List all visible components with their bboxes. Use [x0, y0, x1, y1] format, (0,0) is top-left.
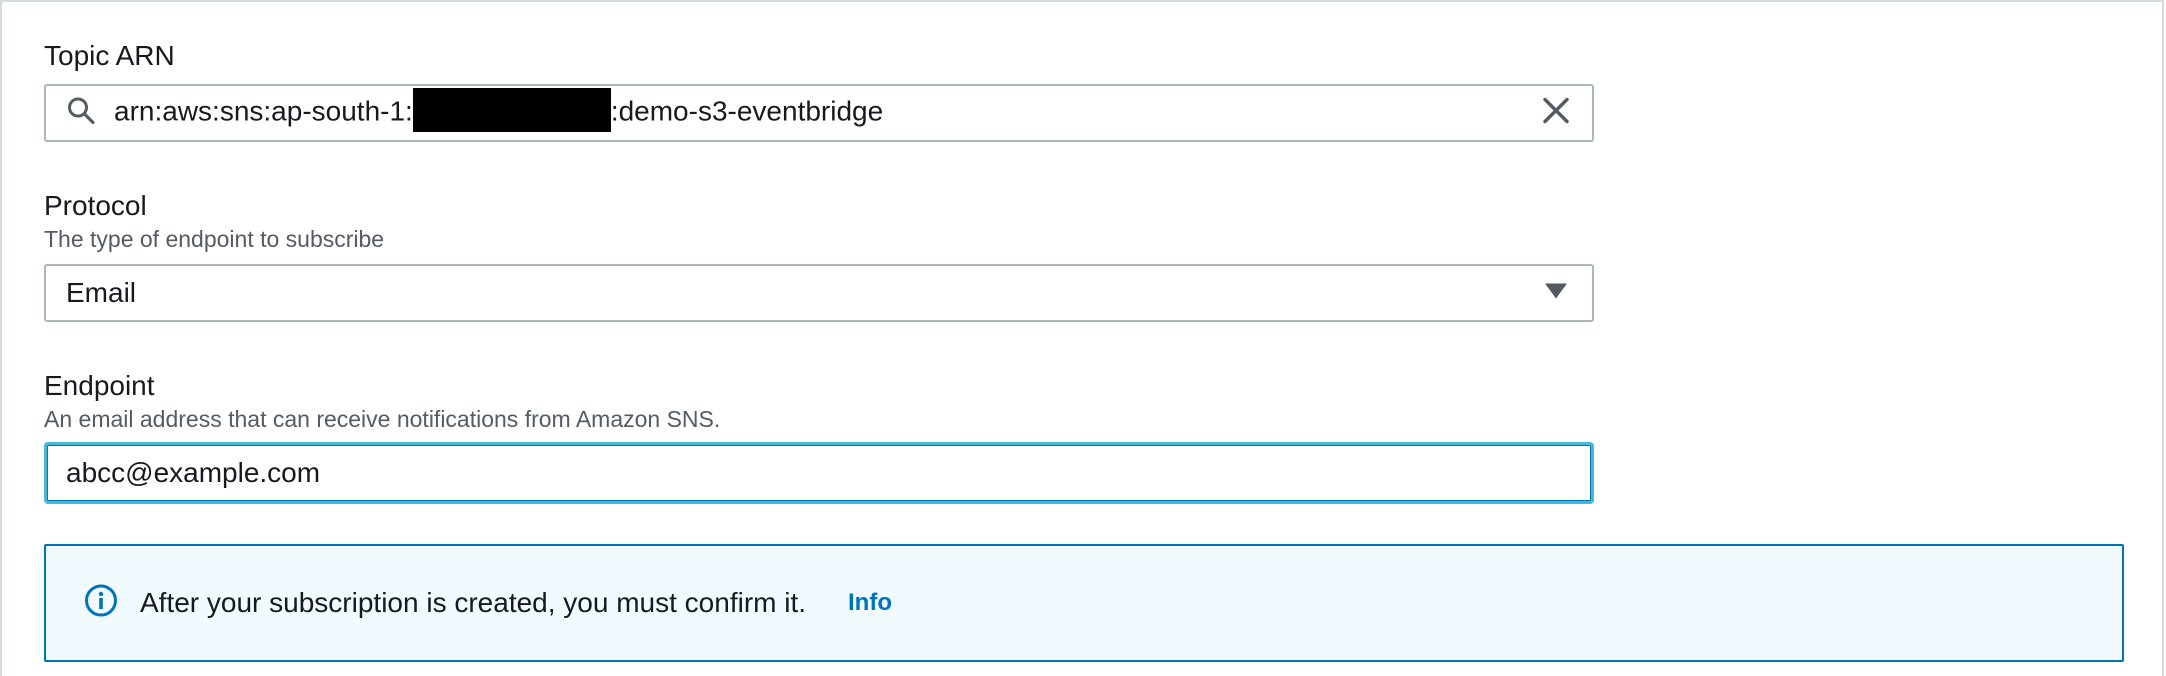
close-icon[interactable]	[1542, 97, 1570, 130]
endpoint-email-input[interactable]: abcc@example.com	[44, 442, 1594, 504]
endpoint-value: abcc@example.com	[66, 457, 321, 488]
protocol-label: Protocol	[44, 190, 147, 221]
search-icon	[66, 96, 96, 131]
info-alert: After your subscription is created, you …	[44, 544, 2124, 662]
topic-arn-prefix: arn:aws:sns:ap-south-1:	[114, 95, 413, 127]
caret-down-icon	[1544, 282, 1568, 305]
form-panel: Topic ARN arn:aws:sns:ap-south-1: :demo-s…	[0, 0, 2164, 676]
topic-arn-search-input[interactable]: arn:aws:sns:ap-south-1: :demo-s3-eventbri…	[44, 84, 1594, 142]
protocol-description: The type of endpoint to subscribe	[44, 226, 385, 252]
topic-arn-label: Topic ARN	[44, 40, 175, 71]
endpoint-label: Endpoint	[44, 370, 155, 401]
endpoint-description: An email address that can receive notifi…	[44, 406, 721, 432]
alert-message: After your subscription is created, you …	[140, 587, 807, 618]
info-link[interactable]: Info	[848, 591, 892, 615]
protocol-selected-value: Email	[66, 277, 137, 308]
redacted-account-id	[412, 88, 611, 132]
info-icon	[84, 584, 118, 623]
topic-arn-value: arn:aws:sns:ap-south-1: :demo-s3-eventbri…	[114, 88, 884, 132]
topic-arn-suffix: :demo-s3-eventbridge	[610, 95, 884, 127]
protocol-select[interactable]: Email	[44, 264, 1594, 322]
